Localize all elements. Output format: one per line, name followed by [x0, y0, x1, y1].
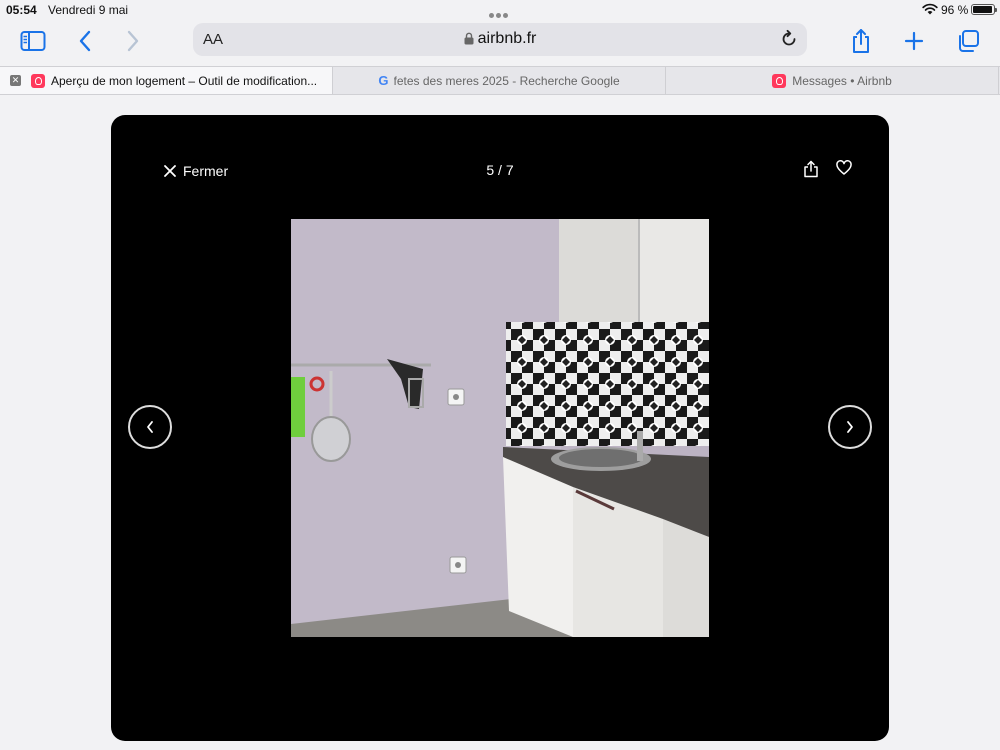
- tab-label: Aperçu de mon logement – Outil de modifi…: [51, 73, 318, 88]
- reload-icon[interactable]: [779, 29, 799, 49]
- multitasking-dots-icon[interactable]: [489, 7, 511, 18]
- chevron-left-icon: [147, 421, 153, 433]
- tab-label: Messages • Airbnb: [792, 73, 892, 88]
- close-tab-icon[interactable]: ✕: [10, 75, 21, 86]
- airbnb-favicon-icon: [772, 73, 787, 88]
- forward-icon[interactable]: [118, 26, 148, 56]
- chevron-right-icon: [847, 421, 853, 433]
- address-bar[interactable]: AA airbnb.fr: [193, 23, 807, 56]
- photo-counter: 5 / 7: [486, 162, 514, 178]
- status-bar: 05:54 Vendredi 9 mai 96 %: [0, 0, 1000, 20]
- tab-bar: ✕ Aperçu de mon logement – Outil de modi…: [0, 66, 1000, 95]
- tab-google-search[interactable]: G fetes des meres 2025 - Recherche Googl…: [333, 67, 666, 94]
- tab-messages-airbnb[interactable]: Messages • Airbnb: [666, 67, 999, 94]
- status-date: Vendredi 9 mai: [48, 3, 129, 17]
- battery-icon: [971, 4, 997, 15]
- battery-percentage: 96 %: [941, 3, 969, 17]
- heart-icon[interactable]: [836, 160, 852, 176]
- share-photo-icon[interactable]: [803, 160, 819, 178]
- url-text: airbnb.fr: [477, 30, 537, 47]
- photo-viewer-modal: Fermer 5 / 7: [111, 115, 889, 741]
- share-icon[interactable]: [846, 26, 876, 56]
- google-favicon-icon: G: [378, 73, 389, 88]
- sidebar-icon[interactable]: [18, 26, 48, 56]
- browser-toolbar: AA airbnb.fr: [0, 20, 1000, 64]
- kitchen-photo[interactable]: [291, 219, 709, 637]
- back-icon[interactable]: [70, 26, 100, 56]
- tab-label: fetes des meres 2025 - Recherche Google: [393, 73, 620, 88]
- wifi-icon: [922, 3, 938, 15]
- previous-photo-button[interactable]: [128, 405, 172, 449]
- kitchen-illustration: [291, 219, 709, 637]
- tab-apercu-logement[interactable]: ✕ Aperçu de mon logement – Outil de modi…: [0, 67, 333, 94]
- next-photo-button[interactable]: [828, 405, 872, 449]
- airbnb-favicon-icon: [31, 73, 45, 88]
- status-time: 05:54: [6, 3, 37, 17]
- new-tab-icon[interactable]: [899, 26, 929, 56]
- tabs-overview-icon[interactable]: [953, 26, 983, 56]
